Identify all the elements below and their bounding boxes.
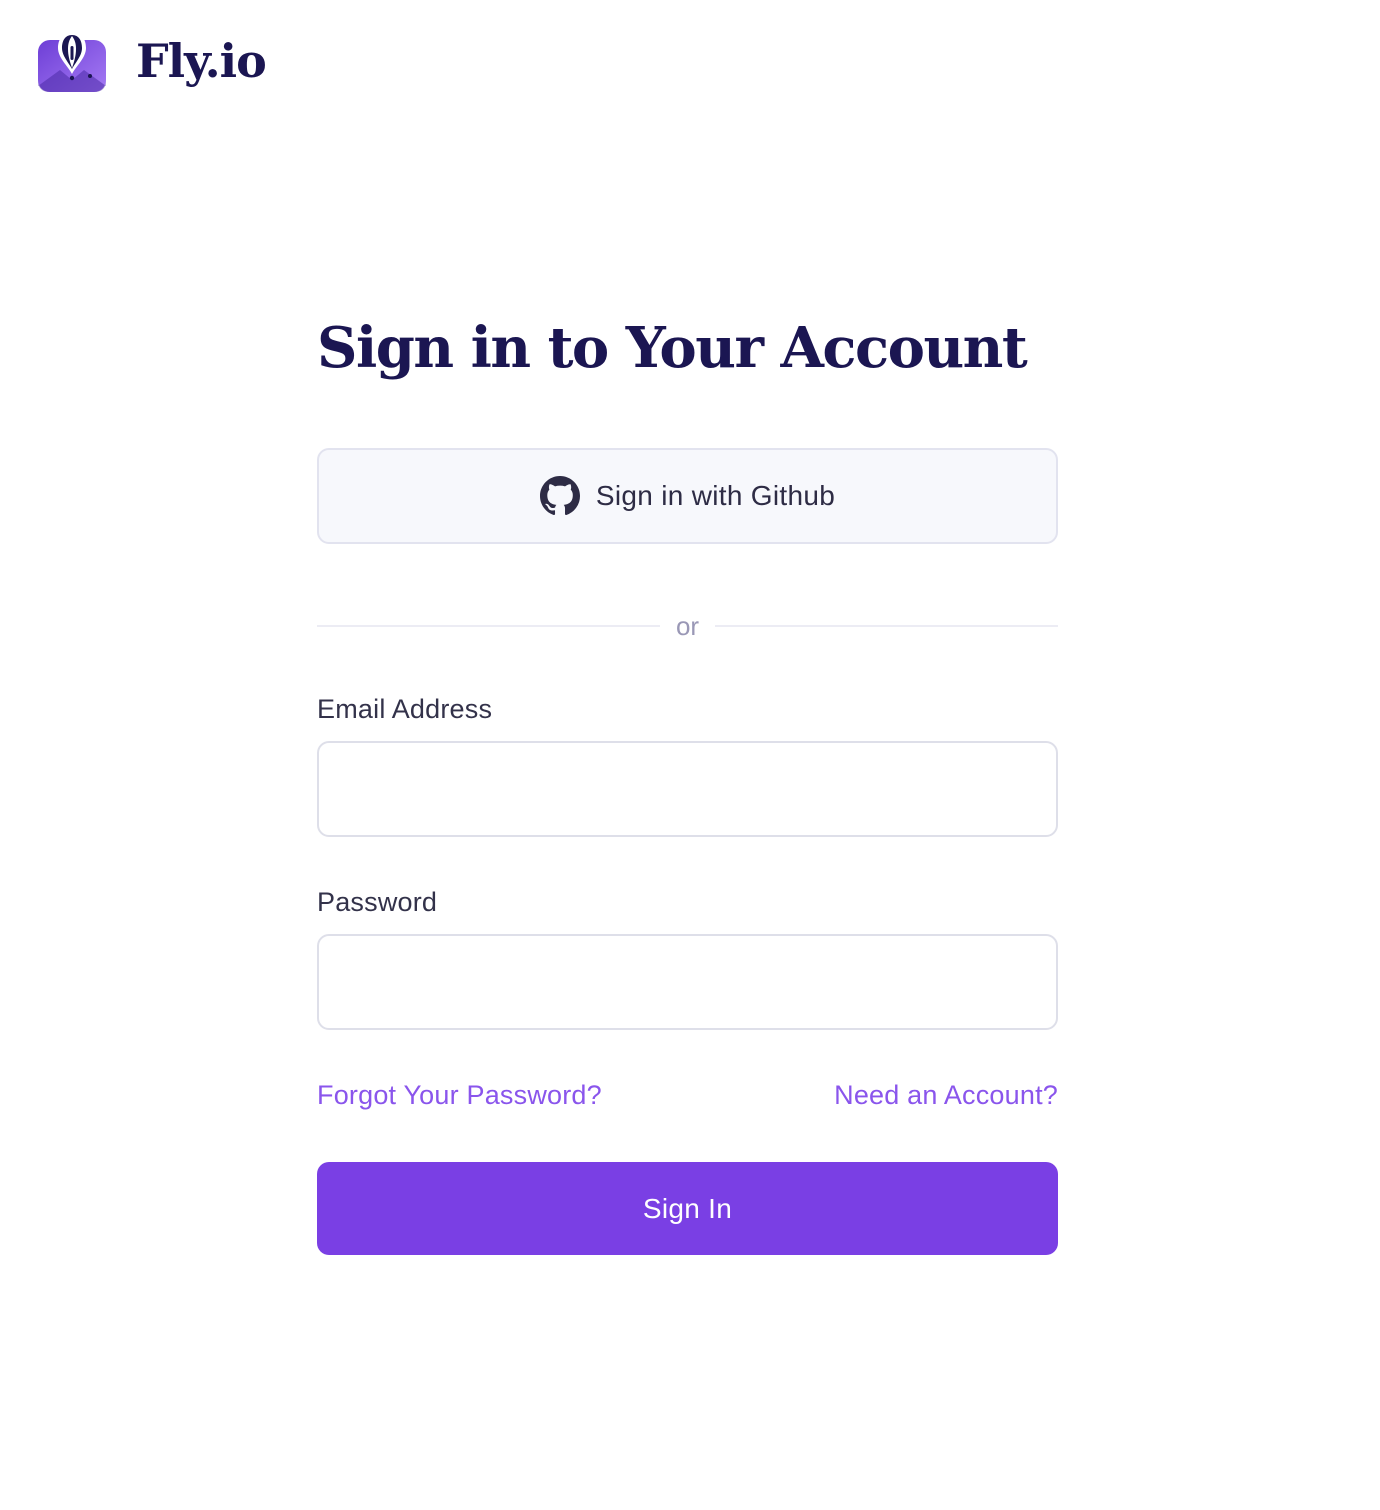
home-logo-link[interactable]: Fly.io [38, 30, 267, 92]
github-icon [539, 476, 580, 516]
sign-in-button[interactable]: Sign In [317, 1162, 1058, 1255]
need-account-link[interactable]: Need an Account? [834, 1080, 1058, 1111]
sign-in-form: Sign in to Your Account Sign in with Git… [317, 310, 1058, 1255]
github-sign-in-button[interactable]: Sign in with Github [317, 448, 1058, 544]
divider-text: or [675, 610, 700, 641]
fly-balloon-logo-icon [38, 32, 106, 92]
or-divider: or [317, 608, 1058, 644]
password-field[interactable] [317, 934, 1058, 1030]
brand-name: Fly.io [136, 34, 267, 88]
github-sign-in-label: Sign in with Github [595, 480, 836, 511]
email-label: Email Address [317, 694, 493, 724]
divider-line-left [317, 625, 660, 627]
page-title: Sign in to Your Account [317, 315, 1028, 381]
password-label: Password [317, 887, 438, 917]
email-field[interactable] [317, 741, 1058, 837]
divider-line-right [715, 625, 1058, 627]
forgot-password-link[interactable]: Forgot Your Password? [317, 1080, 602, 1111]
